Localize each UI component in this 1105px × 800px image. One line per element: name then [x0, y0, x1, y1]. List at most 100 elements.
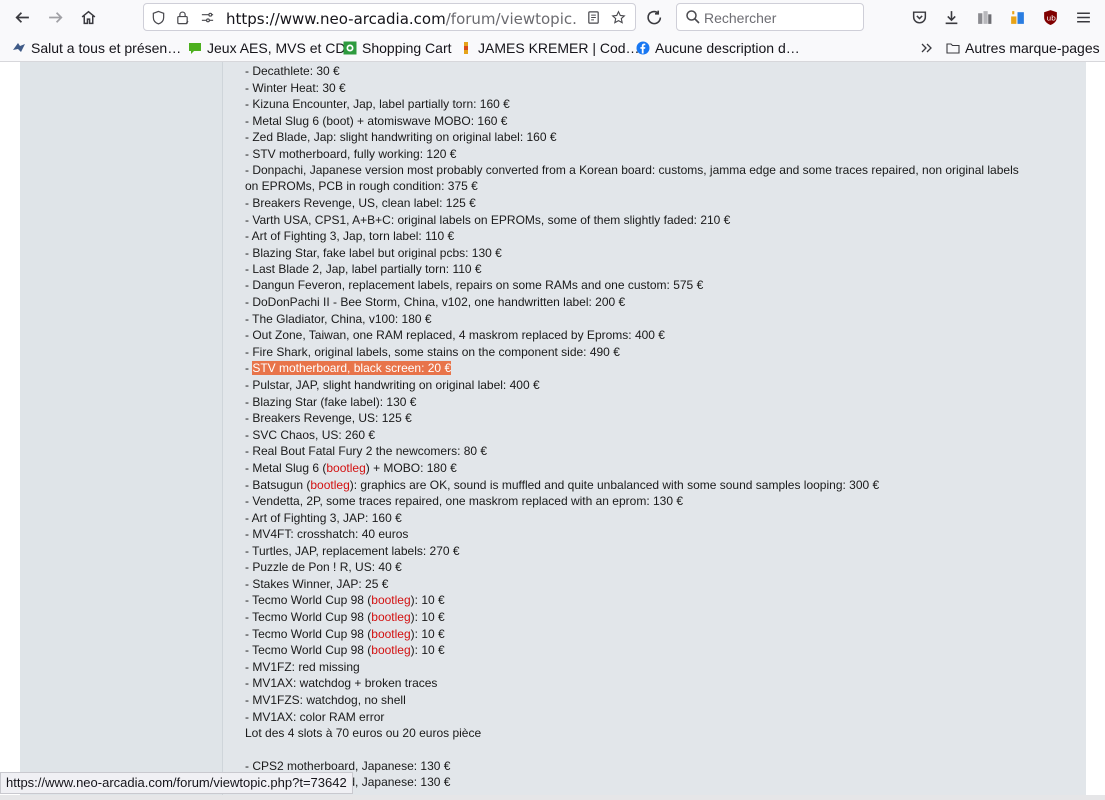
forward-icon[interactable] — [42, 4, 68, 30]
menu-icon[interactable] — [1070, 4, 1096, 30]
ublock-icon[interactable]: ub — [1037, 4, 1063, 30]
post-line-prefix: - Tecmo World Cup 98 ( — [245, 610, 372, 624]
post-line-suffix: ): 10 € — [410, 593, 445, 607]
other-bookmarks-folder[interactable]: Autres marque-pages — [946, 39, 1100, 57]
post-line: - Decathlete: 30 € — [245, 64, 340, 78]
bookmark-label: Shopping Cart — [362, 40, 452, 56]
bookmark-label: Jeux AES, MVS et CD — [207, 40, 346, 56]
pocket-icon[interactable] — [906, 4, 932, 30]
bookmark-item[interactable]: Jeux AES, MVS et CD — [188, 39, 346, 57]
pin-icon — [464, 42, 468, 54]
bookmark-item[interactable]: Shopping Cart — [343, 39, 452, 57]
library-icon[interactable] — [971, 4, 997, 30]
post-author-column — [20, 62, 222, 800]
status-bar-url: https://www.neo-arcadia.com/forum/viewto… — [0, 772, 353, 794]
page-margin — [1086, 62, 1105, 800]
post-line: - MV1FZ: red missing — [245, 660, 360, 674]
bookmark-item[interactable]: Salut a tous et présen… — [12, 39, 181, 57]
search-placeholder: Rechercher — [704, 10, 777, 26]
lock-icon[interactable] — [174, 9, 191, 26]
post-line: - The Gladiator, China, v100: 180 € — [245, 312, 432, 326]
post-line-suffix: ) + MOBO: 180 € — [365, 461, 457, 475]
post-line-prefix: - Tecmo World Cup 98 ( — [245, 593, 372, 607]
post-line: - Zed Blade, Jap: slight handwriting on … — [245, 130, 557, 144]
reload-icon[interactable] — [641, 4, 667, 30]
post-line-suffix: ): graphics are OK, sound is muffled and… — [349, 478, 880, 492]
post-line: - STV motherboard, black screen: 20 € — [245, 360, 1035, 376]
post-line-suffix: ): 10 € — [410, 610, 445, 624]
post-line: - Vendetta, 2P, some traces repaired, on… — [245, 494, 684, 508]
post-line: - Breakers Revenge, US: 125 € — [245, 411, 412, 425]
search-input[interactable]: Rechercher — [676, 3, 864, 31]
post-line: - Stakes Winner, JAP: 25 € — [245, 577, 389, 591]
post-line: - Dangun Feveron, replacement labels, re… — [245, 278, 704, 292]
post-line: - Tecmo World Cup 98 (bootleg): 10 € — [245, 642, 1035, 658]
svg-text:ub: ub — [1046, 13, 1056, 22]
post-line: - Fire Shark, original labels, some stai… — [245, 345, 620, 359]
post-line: - MV1AX: color RAM error — [245, 710, 385, 724]
post-line: - Art of Fighting 3, Jap, torn label: 11… — [245, 229, 455, 243]
post-line: - CPS2 motherboard, Japanese: 130 € — [245, 775, 451, 789]
extension-icon[interactable] — [1004, 4, 1030, 30]
post-line: - Puzzle de Pon ! R, US: 40 € — [245, 560, 402, 574]
url-bar[interactable]: https://www.neo-arcadia.com/forum/viewto… — [143, 3, 636, 31]
bootleg-label: bootleg — [371, 610, 411, 624]
horizontal-scrollbar[interactable] — [0, 795, 1105, 800]
bookmark-label: Aucune description d… — [655, 40, 800, 56]
bookmark-item[interactable]: JAMES KREMER | Cod… — [459, 39, 640, 57]
post-line: - Donpachi, Japanese version most probab… — [245, 163, 1019, 193]
post-line: - Blazing Star (fake label): 130 € — [245, 395, 417, 409]
post-line-prefix: - Metal Slug 6 ( — [245, 461, 327, 475]
back-icon[interactable] — [9, 4, 35, 30]
bookmark-star-icon[interactable] — [610, 9, 627, 26]
bootleg-label: bootleg — [310, 478, 350, 492]
post-line-prefix: - Tecmo World Cup 98 ( — [245, 627, 372, 641]
reader-view-icon[interactable] — [585, 9, 602, 26]
downloads-icon[interactable] — [938, 4, 964, 30]
post-line: - MV1AX: watchdog + broken traces — [245, 676, 438, 690]
post-line: - Real Bout Fatal Fury 2 the newcomers: … — [245, 444, 488, 458]
post-line: - Out Zone, Taiwan, one RAM replaced, 4 … — [245, 328, 665, 342]
bookmark-label: JAMES KREMER | Cod… — [478, 40, 640, 56]
home-icon[interactable] — [75, 4, 101, 30]
browser-toolbar: https://www.neo-arcadia.com/forum/viewto… — [0, 0, 1105, 34]
post-line-prefix: - Tecmo World Cup 98 ( — [245, 643, 372, 657]
post-line: - Pulstar, JAP, slight handwriting on or… — [245, 378, 540, 392]
post-line: - STV motherboard, fully working: 120 € — [245, 147, 457, 161]
url-text[interactable]: https://www.neo-arcadia.com/forum/viewto… — [226, 10, 576, 27]
post-line: - DoDonPachi II - Bee Storm, China, v102… — [245, 295, 626, 309]
permissions-icon[interactable] — [199, 9, 216, 26]
forum-icon — [13, 43, 25, 52]
post-line: - Tecmo World Cup 98 (bootleg): 10 € — [245, 592, 1035, 608]
facebook-icon — [636, 41, 650, 55]
post-line-prefix: - Batsugun ( — [245, 478, 311, 492]
more-bookmarks-chevron-icon[interactable] — [920, 39, 934, 57]
post-line: - Blazing Star, fake label but original … — [245, 246, 502, 260]
url-host: https://www.neo-arcadia.com — [226, 10, 446, 27]
post-line: - MV1FZS: watchdog, no shell — [245, 693, 406, 707]
bookmark-label: Autres marque-pages — [965, 40, 1100, 56]
shield-icon[interactable] — [150, 9, 167, 26]
post-line: - SVC Chaos, US: 260 € — [245, 428, 376, 442]
post-line: - Last Blade 2, Jap, label partially tor… — [245, 262, 482, 276]
post-line: - Varth USA, CPS1, A+B+C: original label… — [245, 213, 731, 227]
shopping-cart-icon — [343, 41, 357, 55]
bootleg-label: bootleg — [371, 593, 411, 607]
bootleg-label: bootleg — [371, 643, 411, 657]
bookmark-label: Salut a tous et présen… — [31, 40, 182, 56]
post-line: - Turtles, JAP, replacement labels: 270 … — [245, 544, 460, 558]
post-line: - CPS2 motherboard, Japanese: 130 € — [245, 759, 451, 773]
post-line: - Metal Slug 6 (boot) + atomiswave MOBO:… — [245, 114, 508, 128]
post-line: - Breakers Revenge, US, clean label: 125… — [245, 196, 476, 210]
post-line: - Batsugun (bootleg): graphics are OK, s… — [245, 477, 1035, 493]
post-line-suffix: ): 10 € — [410, 643, 445, 657]
post-line: Lot des 4 slots à 70 euros ou 20 euros p… — [245, 726, 482, 740]
highlighted-text: STV motherboard, black screen: 20 € — [252, 361, 452, 375]
url-path: /forum/viewtopic.php?t=7 — [445, 10, 576, 27]
bookmark-item[interactable]: Aucune description d… — [636, 39, 800, 57]
post-line: - MV4FT: crosshatch: 40 euros — [245, 527, 409, 541]
post-line: - Kizuna Encounter, Jap, label partially… — [245, 97, 510, 111]
search-icon — [686, 10, 700, 24]
post-line: - Winter Heat: 30 € — [245, 81, 346, 95]
status-url-text: https://www.neo-arcadia.com/forum/viewto… — [6, 775, 347, 790]
